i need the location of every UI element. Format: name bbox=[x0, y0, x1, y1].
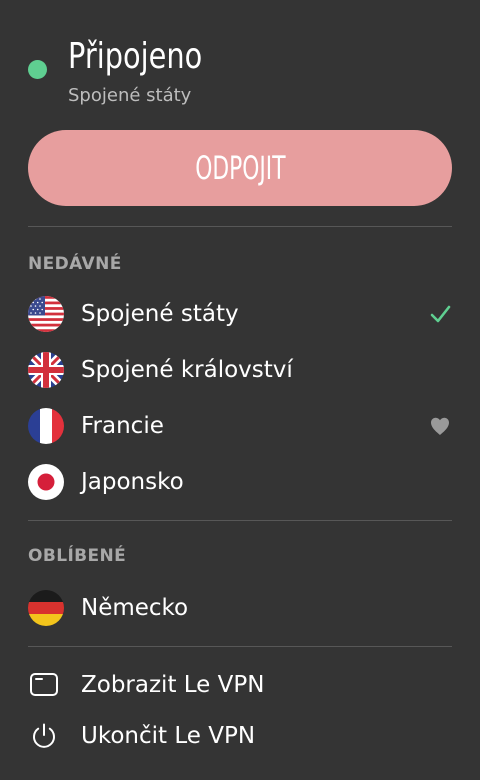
us-flag-icon bbox=[28, 296, 64, 332]
connection-status: Připojeno Spojené státy bbox=[28, 32, 448, 112]
divider bbox=[28, 520, 452, 521]
recent-item-uk[interactable]: Spojené království bbox=[28, 347, 452, 393]
menu-item-quit-app[interactable]: Ukončit Le VPN bbox=[28, 713, 452, 759]
section-title-favorites: OBLÍBENÉ bbox=[28, 546, 127, 566]
disconnect-button[interactable]: ODPOJIT bbox=[28, 130, 452, 206]
recent-item-label: Spojené království bbox=[81, 357, 293, 383]
checkmark-icon bbox=[428, 302, 452, 326]
recent-item-japan[interactable]: Japonsko bbox=[28, 459, 452, 505]
divider bbox=[28, 226, 452, 227]
section-title-recent: NEDÁVNÉ bbox=[28, 254, 122, 274]
disconnect-button-label: ODPOJIT bbox=[194, 149, 286, 187]
germany-flag-icon bbox=[28, 590, 64, 626]
heart-icon[interactable] bbox=[428, 414, 452, 438]
menu-item-label: Ukončit Le VPN bbox=[81, 723, 256, 749]
status-title: Připojeno bbox=[68, 36, 203, 77]
menu-item-label: Zobrazit Le VPN bbox=[81, 672, 265, 698]
recent-item-us[interactable]: Spojené státy bbox=[28, 291, 452, 337]
window-icon bbox=[28, 667, 64, 703]
france-flag-icon bbox=[28, 408, 64, 444]
favorite-item-label: Německo bbox=[81, 595, 189, 621]
favorite-item-germany[interactable]: Německo bbox=[28, 585, 452, 631]
recent-item-france[interactable]: Francie bbox=[28, 403, 452, 449]
recent-item-label: Francie bbox=[81, 413, 164, 439]
uk-flag-icon bbox=[28, 352, 64, 388]
status-location: Spojené státy bbox=[68, 85, 192, 106]
divider bbox=[28, 646, 452, 647]
recent-item-label: Japonsko bbox=[81, 469, 184, 495]
power-icon bbox=[28, 718, 64, 754]
recent-item-label: Spojené státy bbox=[81, 301, 239, 327]
connected-indicator-icon bbox=[28, 60, 47, 79]
japan-flag-icon bbox=[28, 464, 64, 500]
menu-item-show-app[interactable]: Zobrazit Le VPN bbox=[28, 662, 452, 708]
